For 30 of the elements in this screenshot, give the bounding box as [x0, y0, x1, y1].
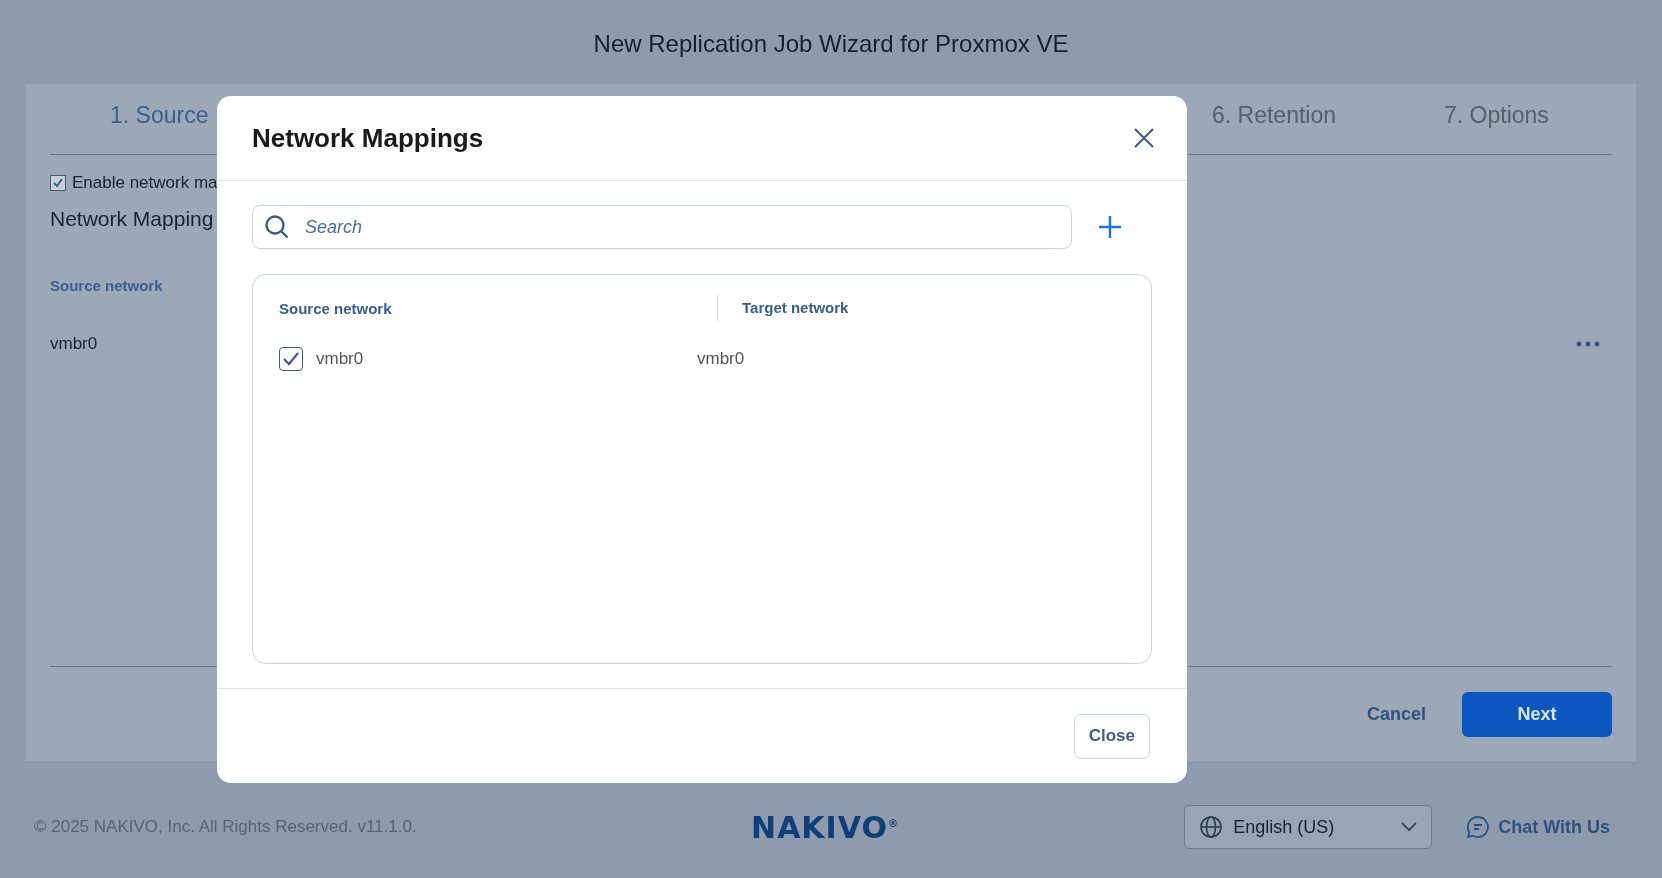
wizard-step[interactable]: 6. Retention [1212, 102, 1337, 129]
more-icon[interactable] [1576, 341, 1600, 347]
next-button[interactable]: Next [1462, 691, 1612, 737]
wizard-step[interactable]: 7. Options [1444, 102, 1549, 129]
wizard-step[interactable]: 1. Source [110, 102, 209, 129]
chat-button[interactable]: Chat With Us [1460, 814, 1616, 840]
page-title: New Replication Job Wizard for Proxmox VE [593, 30, 1069, 59]
table-cell: vmbr0 [316, 349, 364, 369]
table-cell: vmbr0 [50, 334, 98, 354]
checkbox[interactable] [50, 175, 66, 191]
checkbox[interactable] [279, 347, 303, 371]
column-header: Source network [50, 277, 163, 294]
chat-icon [1466, 815, 1491, 839]
globe-icon [1199, 815, 1224, 839]
language-select[interactable]: English (US) [1184, 805, 1433, 849]
add-icon[interactable] [1098, 215, 1122, 239]
checkbox-label: Enable network ma [72, 173, 218, 193]
column-header: Source network [279, 299, 393, 317]
copyright: © 2025 NAKIVO, Inc. All Rights Reserved. v11.1.0. [34, 817, 418, 837]
column-header: Target network [717, 295, 1125, 321]
cancel-button[interactable]: Cancel [1360, 702, 1432, 726]
close-icon[interactable] [1133, 127, 1155, 149]
logo: NAKIVO$^{®}$ [751, 809, 899, 845]
dialog-title: Network Mappings [252, 122, 484, 154]
table-cell-text: vmbr0 [697, 349, 746, 369]
section-title: Network Mapping [50, 207, 214, 231]
chevron-down-icon [1401, 822, 1418, 832]
close-button[interactable]: Close [1073, 713, 1150, 759]
search-icon [264, 214, 290, 240]
search-field[interactable]: Search [252, 205, 1072, 249]
